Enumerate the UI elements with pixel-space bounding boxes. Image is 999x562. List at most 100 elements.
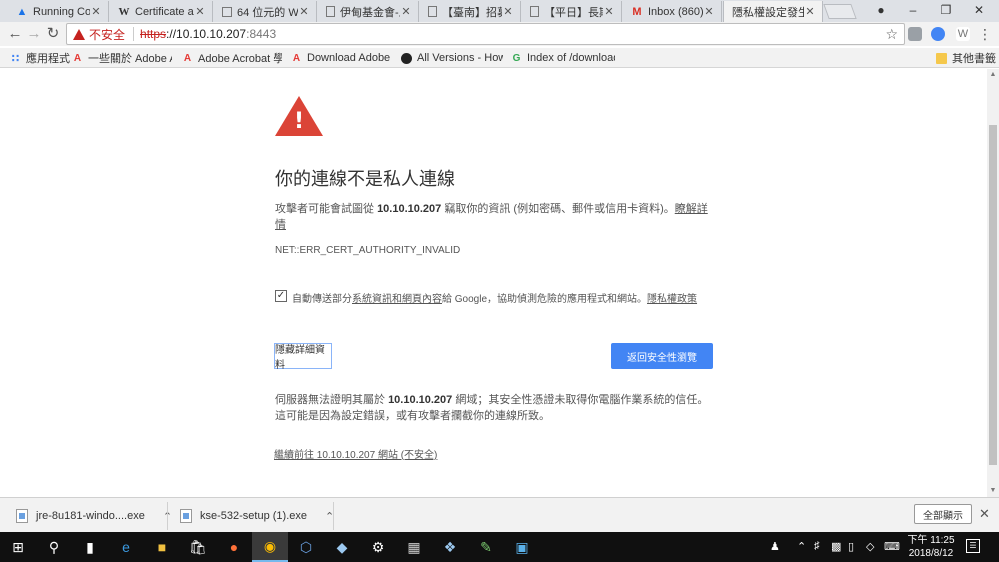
close-icon[interactable]: ✕ — [703, 5, 715, 18]
file-explorer-icon[interactable]: ■ — [144, 532, 180, 562]
network-icon[interactable]: ▩ — [831, 540, 841, 553]
app-icon[interactable]: ❖ — [432, 532, 468, 562]
close-icon[interactable]: ✕ — [400, 5, 412, 18]
task-view-icon[interactable]: ▮ — [72, 532, 108, 562]
remote-desktop-icon[interactable]: ▣ — [504, 532, 540, 562]
system-info-link[interactable]: 系統資訊和網頁內容 — [352, 294, 442, 305]
bookmark-adobe-3[interactable]: A Download Adobe C — [291, 50, 391, 66]
minimize-icon[interactable]: – — [906, 3, 920, 17]
chevron-up-icon[interactable]: ⌃ — [797, 540, 806, 553]
scroll-thumb[interactable] — [989, 125, 997, 465]
close-icon[interactable]: ✕ — [90, 5, 102, 18]
clock-date: 2018/8/12 — [908, 548, 954, 559]
download-item[interactable]: kse-532-setup (1).exe ⌃ — [180, 504, 334, 528]
proceed-unsafe-link[interactable]: 繼續前往 10.10.10.207 網站 (不安全) — [274, 446, 437, 461]
windows-start-icon[interactable]: ⊞ — [0, 532, 36, 562]
tab-label: 伊甸基金會-恩 — [340, 6, 400, 19]
adobe-icon: A — [73, 52, 82, 64]
keyboard-icon[interactable]: ⌨ — [884, 540, 900, 553]
back-icon[interactable]: ← — [6, 25, 24, 43]
chrome-icon[interactable]: ◉ — [252, 532, 288, 562]
tab-label: 【平日】長期 — [544, 6, 603, 19]
tab-running-config[interactable]: ▲ Running Confi ✕ — [8, 1, 109, 22]
close-icon[interactable]: ✕ — [298, 5, 310, 18]
firefox-icon[interactable]: ● — [216, 532, 252, 562]
search-icon[interactable]: ⚲ — [36, 532, 72, 562]
file-icon — [180, 509, 192, 523]
forward-icon[interactable]: → — [25, 25, 43, 43]
clock-time: 下午 11:25 — [907, 535, 955, 546]
extension-icon[interactable] — [908, 27, 922, 41]
privacy-policy-link[interactable]: 隱私權政策 — [647, 294, 697, 305]
profile-icon[interactable]: ● — [874, 3, 888, 17]
tab-certificate[interactable]: W Certificate aut ✕ — [110, 1, 213, 22]
download-item[interactable]: jre-8u181-windo....exe ⌃ — [16, 504, 172, 528]
tab-gmail-inbox[interactable]: M Inbox (860) - k ✕ — [623, 1, 722, 22]
menu-icon[interactable]: ⋮ — [978, 27, 992, 41]
bookmark-label: Download Adobe C — [307, 52, 391, 64]
divider — [167, 502, 168, 530]
bookmark-all-versions[interactable]: All Versions - How t — [401, 50, 503, 66]
green-g-icon: G — [512, 52, 521, 64]
clock[interactable]: 下午 11:25 2018/8/12 — [903, 534, 959, 560]
bookmark-adobe-2[interactable]: A Adobe Acrobat 學習 — [182, 50, 282, 66]
vertical-scrollbar[interactable]: ▲ ▼ — [987, 69, 999, 497]
azure-icon: ▲ — [16, 5, 28, 18]
close-icon[interactable]: ✕ — [979, 506, 990, 522]
insecure-label[interactable]: 不安全 — [89, 26, 125, 43]
bookmark-adobe-1[interactable]: A 一些關於 Adobe Acr — [72, 50, 172, 66]
chrome-extension-icon[interactable] — [931, 27, 945, 41]
tab-64bit-windows[interactable]: 64 位元的 Win ✕ — [214, 1, 317, 22]
people-icon[interactable]: ♟ — [770, 540, 780, 553]
report-checkbox[interactable]: ✓ — [275, 290, 287, 302]
url-host: ://10.10.10.207 — [166, 27, 247, 41]
error-code: NET::ERR_CERT_AUTHORITY_INVALID — [275, 245, 461, 256]
details-text: 伺服器無法證明其屬於 10.10.10.207 網域；其安全性憑證未取得你電腦作… — [275, 392, 715, 424]
url-port: :8443 — [246, 27, 277, 41]
show-all-downloads-button[interactable]: 全部顯示 — [914, 504, 972, 524]
notification-icon[interactable]: ☰ — [966, 539, 980, 553]
settings-gear-icon[interactable]: ⚙ — [360, 532, 396, 562]
address-bar[interactable]: 不安全 https ://10.10.10.207 :8443 ☆ — [66, 23, 905, 45]
restore-icon[interactable]: ❐ — [939, 3, 953, 17]
ime-icon[interactable]: ◇ — [866, 540, 874, 553]
tab-tainan-recruit[interactable]: 【臺南】招募 ✕ — [420, 1, 521, 22]
explanation-text: 攻擊者可能會試圖從 10.10.10.207 竊取你的資訊 (例如密碼、郵件或信… — [275, 201, 715, 233]
tab-label: Inbox (860) - k — [648, 5, 703, 18]
close-icon[interactable]: ✕ — [502, 5, 514, 18]
close-icon[interactable]: ✕ — [804, 5, 816, 18]
app-icon[interactable]: ◆ — [324, 532, 360, 562]
notepad-icon[interactable]: ✎ — [468, 532, 504, 562]
edge-icon[interactable]: e — [108, 532, 144, 562]
browser-toolbar: ← → ↻ 不安全 https ://10.10.10.207 :8443 ☆ — [0, 22, 999, 46]
terminal-icon[interactable]: ▦ — [396, 532, 432, 562]
scroll-down-icon[interactable]: ▼ — [987, 485, 999, 497]
store-icon[interactable]: 🛍 — [180, 532, 216, 562]
wikipedia-icon: W — [118, 5, 130, 18]
new-tab-button[interactable] — [823, 4, 857, 19]
scroll-up-icon[interactable]: ▲ — [987, 69, 999, 81]
bookmark-apps[interactable]: ∷ 應用程式 — [10, 50, 72, 66]
bookmark-index-download[interactable]: G Index of /download — [511, 50, 615, 66]
window-close-icon[interactable]: ✕ — [972, 3, 986, 17]
warning-icon[interactable] — [73, 28, 85, 40]
battery-icon[interactable]: ▯ — [848, 540, 854, 553]
hide-details-button[interactable]: 隱藏詳細資料 — [274, 343, 332, 371]
back-to-safety-button[interactable]: 返回安全性瀏覽 — [611, 343, 713, 369]
url-scheme: https — [140, 27, 167, 41]
close-icon[interactable]: ✕ — [603, 5, 615, 18]
bookmark-star-icon[interactable]: ☆ — [885, 26, 898, 43]
apps-grid-icon: ∷ — [11, 52, 20, 65]
extension-w-icon[interactable]: W — [956, 27, 970, 41]
tab-eden-foundation[interactable]: 伊甸基金會-恩 ✕ — [318, 1, 419, 22]
bookmark-other[interactable]: 其他書籤 — [936, 50, 996, 66]
reload-icon[interactable]: ↻ — [44, 25, 62, 43]
tab-weekday-longterm[interactable]: 【平日】長期 ✕ — [522, 1, 622, 22]
page-icon — [530, 6, 539, 17]
divider — [333, 502, 334, 530]
tab-privacy-error[interactable]: 隱私權設定發生錯誤 ✕ — [723, 1, 823, 22]
volume-icon[interactable]: ♯ — [814, 540, 820, 552]
virtualbox-icon[interactable]: ⬡ — [288, 532, 324, 562]
close-icon[interactable]: ✕ — [194, 5, 206, 18]
explanation-part: 竊取你的資訊 (例如密碼、郵件或信用卡資料)。 — [441, 203, 675, 215]
